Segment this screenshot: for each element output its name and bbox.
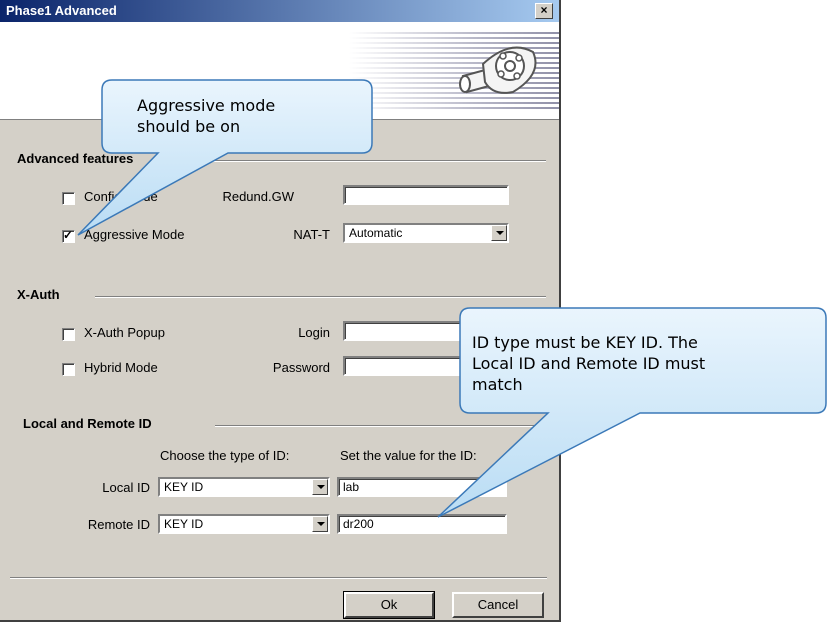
hybrid-mode-checkbox[interactable]: [62, 363, 75, 376]
login-label: Login: [298, 325, 330, 340]
local-id-value-input[interactable]: lab: [337, 477, 507, 497]
tunnel-pipe-icon: [459, 46, 537, 94]
keyid-callout-text: ID type must be KEY ID. The Local ID and…: [472, 332, 705, 395]
redund-gw-label: Redund.GW: [222, 189, 294, 204]
keyid-callout-line3: match: [472, 375, 523, 394]
remote-id-value-input[interactable]: dr200: [337, 514, 507, 534]
keyid-callout-line2: Local ID and Remote ID must: [472, 354, 706, 373]
remote-id-type-value: KEY ID: [164, 517, 204, 531]
aggressive-callout-line1: Aggressive mode: [137, 96, 276, 115]
local-id-label: Local ID: [102, 480, 150, 495]
header-banner: [0, 22, 559, 120]
aggressive-callout-line2: should be on: [137, 117, 241, 136]
footer-separator: [10, 577, 547, 579]
advanced-group-title: Advanced features: [17, 151, 140, 166]
xauth-group-line: [95, 296, 546, 298]
hybrid-mode-label: Hybrid Mode: [84, 360, 158, 375]
nat-t-label: NAT-T: [293, 227, 330, 242]
xauth-popup-checkbox[interactable]: [62, 328, 75, 341]
title-bar[interactable]: Phase1 Advanced ×: [0, 0, 559, 22]
xauth-group-title: X-Auth: [17, 287, 66, 302]
xauth-popup-label: X-Auth Popup: [84, 325, 165, 340]
phase1-advanced-dialog: Phase1 Advanced × Advanced features Conf…: [0, 0, 561, 622]
local-id-type-value: KEY ID: [164, 480, 204, 494]
chevron-down-icon[interactable]: [312, 516, 328, 532]
id-type-header: Choose the type of ID:: [160, 448, 290, 463]
config-mode-checkbox[interactable]: [62, 192, 75, 205]
id-value-header: Set the value for the ID:: [340, 448, 477, 463]
aggressive-callout-text: Aggressive mode should be on: [137, 95, 275, 137]
nat-t-value: Automatic: [349, 226, 403, 240]
checkmark-icon: ✓: [63, 228, 74, 242]
keyid-callout-line1: ID type must be KEY ID. The: [472, 333, 698, 352]
remote-id-type-select[interactable]: KEY ID: [158, 514, 330, 534]
close-icon: ×: [540, 3, 548, 17]
aggressive-mode-checkbox[interactable]: ✓: [62, 228, 75, 243]
ids-group-title: Local and Remote ID: [23, 416, 158, 431]
cancel-button[interactable]: Cancel: [452, 592, 544, 618]
ok-button[interactable]: Ok: [343, 591, 435, 619]
chevron-down-icon[interactable]: [312, 479, 328, 495]
advanced-group-line: [150, 160, 546, 162]
ids-group-line: [215, 425, 546, 427]
config-mode-label: Config Mode: [84, 189, 158, 204]
chevron-down-icon[interactable]: [491, 225, 507, 241]
password-label: Password: [272, 360, 330, 375]
aggressive-mode-label: Aggressive Mode: [84, 227, 185, 242]
local-id-type-select[interactable]: KEY ID: [158, 477, 330, 497]
close-button[interactable]: ×: [535, 3, 553, 19]
window-title: Phase1 Advanced: [6, 3, 117, 18]
remote-id-label: Remote ID: [87, 517, 150, 532]
nat-t-select[interactable]: Automatic: [343, 223, 509, 243]
redund-gw-input[interactable]: [343, 185, 509, 205]
